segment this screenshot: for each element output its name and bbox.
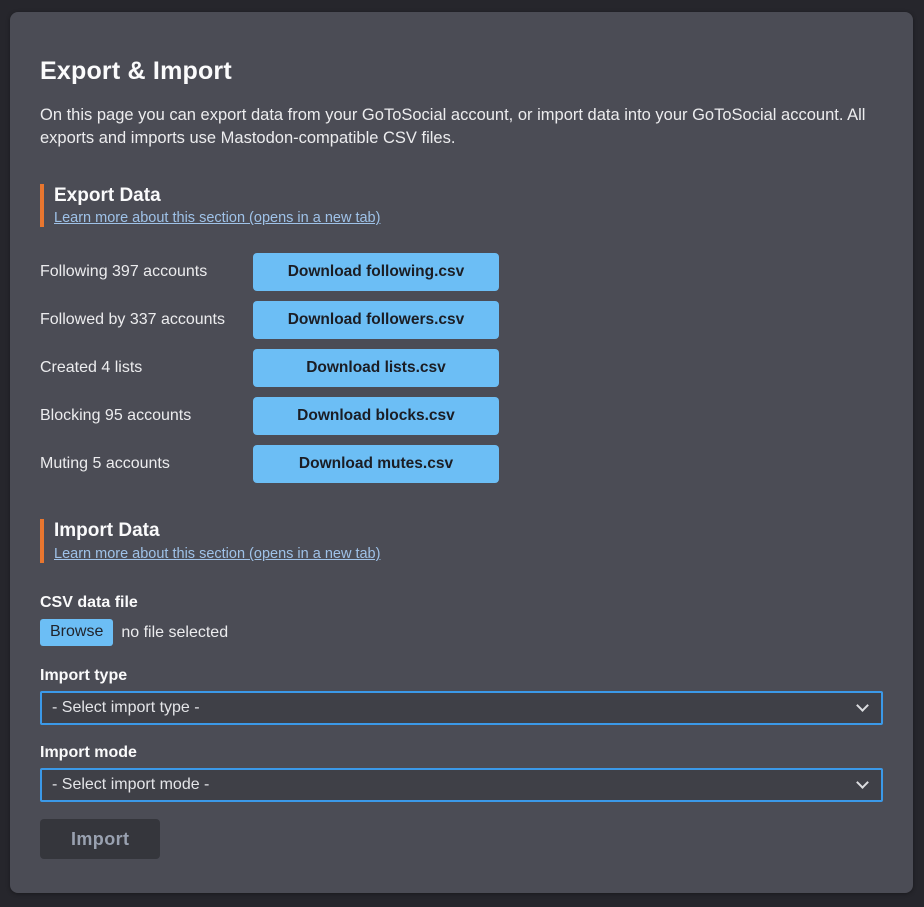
csv-file-label: CSV data file	[40, 593, 883, 613]
export-import-panel: Export & Import On this page you can exp…	[10, 12, 913, 893]
download-blocks-button[interactable]: Download blocks.csv	[253, 397, 499, 435]
export-row-mutes: Muting 5 accounts Download mutes.csv	[40, 445, 883, 483]
export-section-heading: Export Data	[54, 184, 883, 208]
file-status-text: no file selected	[121, 624, 228, 642]
export-section-header: Export Data Learn more about this sectio…	[40, 184, 883, 228]
export-row-label: Created 4 lists	[40, 359, 253, 377]
import-section-header: Import Data Learn more about this sectio…	[40, 519, 883, 563]
download-mutes-button[interactable]: Download mutes.csv	[253, 445, 499, 483]
export-row-label: Followed by 337 accounts	[40, 311, 253, 329]
import-submit-button[interactable]: Import	[40, 819, 160, 859]
import-type-field: Import type - Select import type -	[40, 666, 883, 725]
export-section: Export Data Learn more about this sectio…	[40, 184, 883, 484]
download-lists-button[interactable]: Download lists.csv	[253, 349, 499, 387]
browse-button[interactable]: Browse	[40, 619, 113, 646]
import-section-heading: Import Data	[54, 519, 883, 543]
export-row-lists: Created 4 lists Download lists.csv	[40, 349, 883, 387]
import-learn-more-link[interactable]: Learn more about this section (opens in …	[54, 546, 380, 562]
import-mode-label: Import mode	[40, 743, 883, 763]
import-section: Import Data Learn more about this sectio…	[40, 519, 883, 859]
import-type-select[interactable]: - Select import type -	[40, 691, 883, 725]
page-title: Export & Import	[40, 56, 883, 86]
export-learn-more-link[interactable]: Learn more about this section (opens in …	[54, 210, 380, 226]
export-row-followers: Followed by 337 accounts Download follow…	[40, 301, 883, 339]
export-row-label: Muting 5 accounts	[40, 455, 253, 473]
download-following-button[interactable]: Download following.csv	[253, 253, 499, 291]
export-row-following: Following 397 accounts Download followin…	[40, 253, 883, 291]
import-mode-selected-value: - Select import mode -	[52, 776, 209, 794]
import-type-selected-value: - Select import type -	[52, 699, 200, 717]
page-description: On this page you can export data from yo…	[40, 104, 883, 150]
export-rows: Following 397 accounts Download followin…	[40, 253, 883, 483]
import-mode-field: Import mode - Select import mode -	[40, 743, 883, 802]
export-row-blocks: Blocking 95 accounts Download blocks.csv	[40, 397, 883, 435]
export-row-label: Following 397 accounts	[40, 263, 253, 281]
import-mode-select[interactable]: - Select import mode -	[40, 768, 883, 802]
csv-file-field: CSV data file Browse no file selected	[40, 593, 883, 646]
download-followers-button[interactable]: Download followers.csv	[253, 301, 499, 339]
import-type-label: Import type	[40, 666, 883, 686]
chevron-down-icon	[856, 699, 869, 712]
chevron-down-icon	[856, 776, 869, 789]
export-row-label: Blocking 95 accounts	[40, 407, 253, 425]
file-input-row: Browse no file selected	[40, 619, 883, 646]
